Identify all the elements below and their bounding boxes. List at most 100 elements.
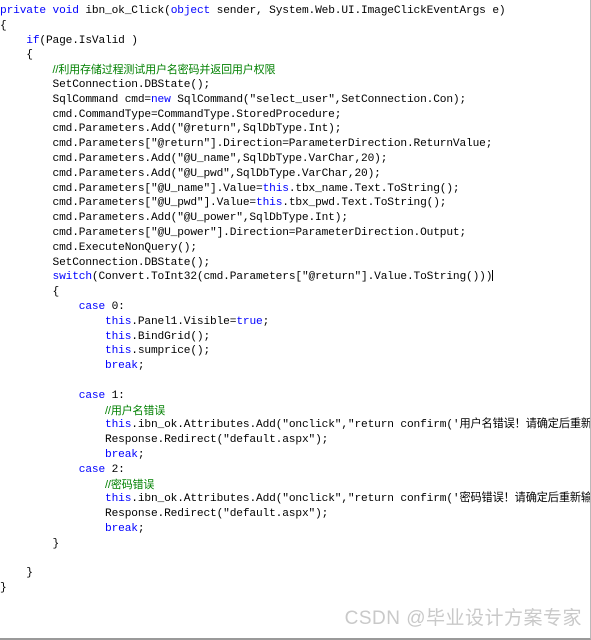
code-text: cmd.Parameters["@U_pwd"].Value= [52, 197, 257, 210]
code-text: ibn_ok_Click( [78, 5, 171, 17]
code-line: cmd.Parameters.Add("@return",SqlDbType.I… [0, 122, 590, 137]
code-block: private void ibn_ok_Click(object sender,… [0, 0, 591, 596]
code-text: } [0, 582, 7, 595]
code-text: cmd.Parameters["@U_power"].Direction=Par… [52, 226, 467, 239]
code-keyword: this [262, 182, 289, 195]
code-text: } [26, 567, 33, 580]
code-text: (Convert.ToInt32(cmd.Parameters["@return… [91, 271, 493, 284]
code-text: .tbx_name.Text.ToString(); [288, 182, 460, 195]
code-text: 0: [105, 300, 125, 313]
code-keyword: case [78, 300, 106, 313]
code-comment: //用户名错误 [105, 404, 166, 417]
code-text: ; [137, 448, 145, 461]
code-text: SqlCommand("select_user",SetConnection.C… [170, 93, 467, 106]
code-line: break; [0, 448, 590, 463]
code-text: .ibn_ok.Attributes.Add("onclick","return… [131, 493, 591, 506]
code-text: cmd.Parameters.Add("@U_name",SqlDbType.V… [52, 152, 388, 165]
code-text: cmd.ExecuteNonQuery(); [52, 241, 198, 254]
code-keyword: break [105, 522, 138, 535]
code-line: this.sumprice(); [0, 344, 590, 359]
code-text: .sumprice(); [131, 345, 211, 358]
code-text: cmd.CommandType=CommandType.StoredProced… [52, 108, 342, 121]
code-line: switch(Convert.ToInt32(cmd.Parameters["@… [0, 270, 590, 285]
code-text: (Page.IsValid ) [39, 34, 138, 47]
code-line: cmd.Parameters["@U_power"].Direction=Par… [0, 226, 590, 241]
code-line: private void ibn_ok_Click(object sender,… [0, 4, 590, 19]
code-comment: //密码错误 [105, 478, 155, 491]
text-cursor [492, 270, 494, 282]
code-text: .BindGrid(); [131, 330, 211, 343]
code-line: //用户名错误 [0, 404, 590, 419]
code-keyword: if [26, 34, 40, 47]
code-text: ; [137, 360, 145, 373]
code-text: Response.Redirect("default.aspx"); [105, 508, 329, 521]
code-line: case 0: [0, 300, 590, 315]
code-line: SetConnection.DBState(); [0, 78, 590, 93]
code-text: SetConnection.DBState(); [52, 256, 211, 269]
code-text: sender, System.Web.UI.ImageClickEventArg… [210, 5, 506, 17]
code-line: Response.Redirect("default.aspx"); [0, 433, 590, 448]
code-keyword: this [105, 419, 132, 432]
code-text: } [52, 537, 60, 550]
code-keyword: this [105, 330, 132, 343]
code-line: break; [0, 522, 590, 537]
code-line: { [0, 19, 590, 34]
code-line: } [0, 537, 590, 552]
code-keyword: void [52, 5, 79, 17]
code-line: case 1: [0, 389, 590, 404]
code-text: ; [262, 315, 270, 328]
code-text: SetConnection.DBState(); [52, 78, 211, 91]
code-keyword: case [78, 463, 106, 476]
code-keyword: true [236, 315, 263, 328]
code-line: cmd.Parameters.Add("@U_name",SqlDbType.V… [0, 152, 590, 167]
code-line: { [0, 285, 590, 300]
code-line: break; [0, 359, 590, 374]
code-keyword: this [105, 493, 132, 506]
code-line: cmd.Parameters.Add("@U_power",SqlDbType.… [0, 211, 590, 226]
code-line: cmd.ExecuteNonQuery(); [0, 241, 590, 256]
code-line: } [0, 581, 590, 596]
code-line: SetConnection.DBState(); [0, 256, 590, 271]
code-line: this.ibn_ok.Attributes.Add("onclick","re… [0, 418, 591, 433]
code-keyword: this [105, 315, 132, 328]
code-text: Response.Redirect("default.aspx"); [105, 434, 329, 447]
code-keyword: break [105, 360, 138, 373]
code-line: cmd.Parameters.Add("@U_pwd",SqlDbType.Va… [0, 167, 590, 182]
code-keyword: this [256, 197, 283, 210]
code-screenshot: private void ibn_ok_Click(object sender,… [0, 0, 591, 640]
code-line: //密码错误 [0, 478, 590, 493]
code-line: //利用存储过程测试用户名密码并返回用户权限 [0, 63, 590, 78]
code-text: .Panel1.Visible= [131, 315, 237, 328]
code-line: if(Page.IsValid ) [0, 34, 590, 49]
code-text: cmd.Parameters.Add("@U_pwd",SqlDbType.Va… [52, 167, 381, 180]
code-text: cmd.Parameters["@return"].Direction=Para… [52, 138, 493, 151]
code-line: this.BindGrid(); [0, 330, 590, 345]
code-keyword: case [78, 389, 106, 402]
code-line: this.Panel1.Visible=true; [0, 315, 590, 330]
code-comment: //利用存储过程测试用户名密码并返回用户权限 [52, 64, 276, 77]
code-line: case 2: [0, 463, 590, 478]
code-line: } [0, 566, 590, 581]
code-line: { [0, 48, 590, 63]
code-text: ; [137, 522, 145, 535]
code-line: cmd.Parameters["@return"].Direction=Para… [0, 137, 590, 152]
code-keyword: object [170, 5, 211, 17]
csdn-watermark: CSDN @毕业设计方案专家 [344, 608, 582, 629]
code-line: cmd.Parameters["@U_name"].Value=this.tbx… [0, 182, 590, 197]
code-text: .ibn_ok.Attributes.Add("onclick","return… [131, 419, 591, 432]
code-keyword: this [105, 345, 132, 358]
code-text: { [0, 19, 7, 32]
code-keyword: private [0, 5, 46, 17]
code-text: SqlCommand cmd= [52, 93, 152, 106]
code-line: cmd.CommandType=CommandType.StoredProced… [0, 108, 590, 123]
code-text: { [52, 286, 60, 299]
code-line: SqlCommand cmd=new SqlCommand("select_us… [0, 93, 590, 108]
code-keyword: new [150, 93, 171, 106]
code-text: cmd.Parameters["@U_name"].Value= [52, 182, 263, 195]
code-line: Response.Redirect("default.aspx"); [0, 507, 590, 522]
code-text: cmd.Parameters.Add("@return",SqlDbType.I… [52, 123, 342, 136]
code-line: cmd.Parameters["@U_pwd"].Value=this.tbx_… [0, 196, 590, 211]
